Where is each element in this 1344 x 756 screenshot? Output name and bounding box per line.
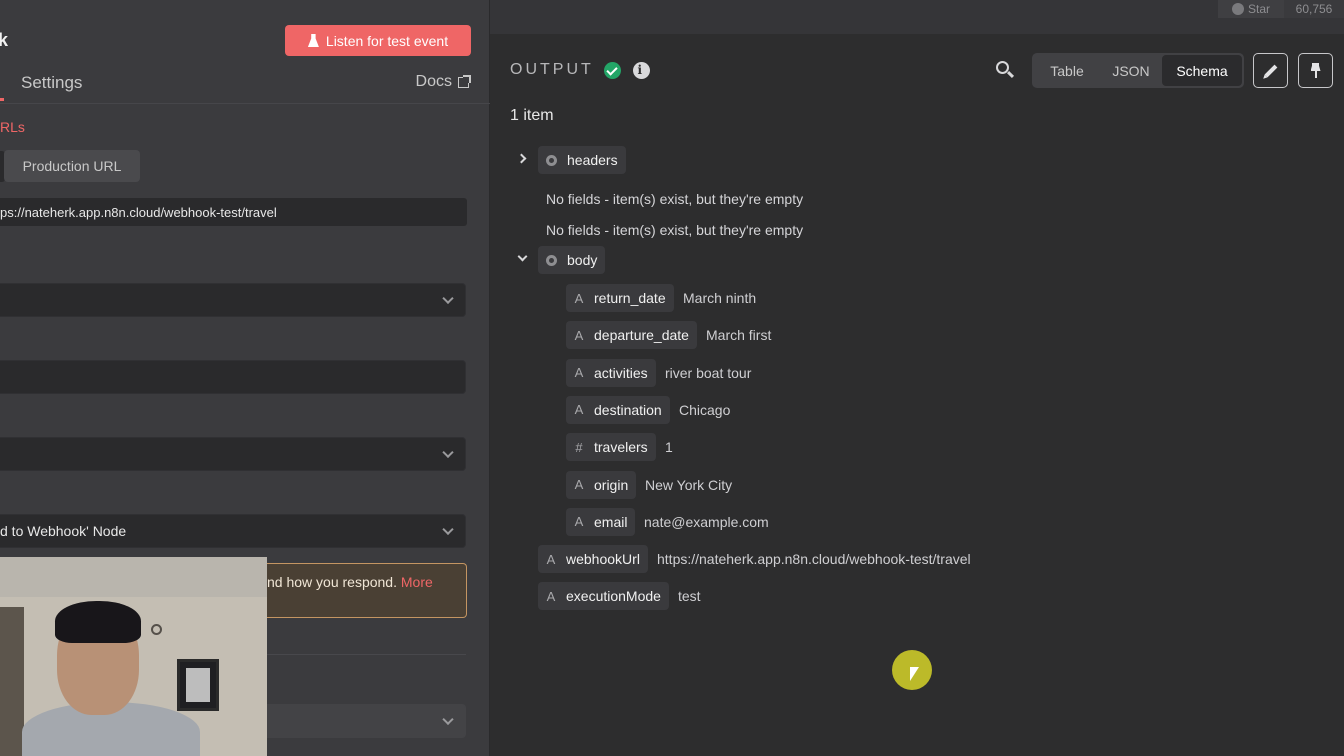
external-link-icon [458,74,471,88]
schema-field-value: test [678,588,701,604]
schema-key-label: headers [567,152,618,168]
options-select[interactable] [266,704,466,738]
string-type-icon: A [574,327,584,343]
view-schema-button[interactable]: Schema [1162,55,1242,86]
schema-field-key: origin [594,476,629,493]
number-type-icon: # [575,439,583,455]
view-json-button[interactable]: JSON [1100,55,1162,86]
schema-field-origin[interactable]: Aorigin [566,470,637,499]
webcam-person-hair [55,601,141,643]
top-bar [490,0,1344,34]
respond-notice: nd how you respond. More [266,563,467,618]
webhook-urls-toggle[interactable]: RLs [0,119,25,135]
schema-field-value: https://nateherk.app.n8n.cloud/webhook-t… [657,551,971,567]
github-icon [1231,3,1244,15]
schema-field-value: river boat tour [665,364,752,381]
schema-field-return_date[interactable]: Areturn_date [566,284,674,312]
pencil-icon [1264,64,1277,77]
node-title[interactable]: k [0,30,8,51]
schema-field-key: email [594,513,628,530]
string-type-icon: A [574,477,584,492]
empty-fields-note: No fields - item(s) exist, but they're e… [546,191,804,207]
webcam-wall-picture [177,659,219,711]
github-star-widget[interactable]: Star 60,756 [1218,0,1344,18]
schema-field-key: travelers [594,439,648,456]
object-icon [546,154,557,166]
mouse-cursor-icon [910,667,924,689]
schema-key-body[interactable]: body [538,246,606,274]
schema-field-activities[interactable]: Aactivities [566,358,656,387]
chevron-right-icon[interactable] [516,153,527,164]
schema-field-webhookUrl[interactable]: AwebhookUrl [538,545,648,573]
chevron-down-icon [442,713,454,726]
schema-field-value: March ninth [683,290,757,306]
string-type-icon: A [574,290,584,306]
webcam-overlay [0,557,267,756]
schema-field-value: March first [706,327,772,344]
notice-text: nd how you respond. [267,574,397,590]
schema-field-key: departure_date [594,327,689,344]
schema-field-key: executionMode [566,588,661,604]
tabs-divider [0,103,490,104]
info-icon[interactable]: i [632,61,650,79]
schema-field-value: nate@example.com [644,513,769,530]
string-type-icon: A [574,402,584,418]
schema-field-travelers[interactable]: # travelers [566,433,656,462]
chevron-down-icon[interactable] [517,251,528,262]
output-title: OUTPUT [510,61,594,78]
schema-field-key: return_date [594,290,666,306]
docs-label: Docs [415,73,452,90]
chevron-down-icon [442,523,454,536]
schema-field-email[interactable]: Aemail [566,507,636,536]
authentication-select[interactable] [0,437,466,471]
http-method-select[interactable] [0,283,466,317]
success-check-icon [603,61,621,79]
schema-field-destination[interactable]: Adestination [566,395,670,424]
string-type-icon: A [574,365,584,381]
schema-field-value: Chicago [679,401,731,418]
tab-settings[interactable]: Settings [21,73,82,93]
edit-output-button[interactable] [1253,53,1288,88]
schema-field-value: 1 [665,439,673,456]
tab-parameters-indicator[interactable] [0,98,4,101]
pin-data-button[interactable] [1298,53,1333,88]
chevron-down-icon [442,292,454,305]
chevron-down-icon [442,446,454,459]
schema-field-value: New York City [645,476,733,493]
star-label: Star [1247,2,1270,16]
item-count: 1 item [510,107,554,124]
webcam-door [0,607,24,756]
listen-for-test-event-button[interactable]: Listen for test event [285,25,471,56]
respond-select[interactable]: d to Webhook' Node [0,514,466,548]
notice-more-link[interactable]: More [401,574,433,590]
schema-field-executionMode[interactable]: AexecutionMode [538,582,669,610]
options-divider [266,654,466,655]
schema-field-departure_date[interactable]: Adeparture_date [566,321,697,350]
schema-field-key: activities [594,364,648,381]
schema-key-label: body [567,252,598,268]
star-count: 60,756 [1284,0,1344,18]
string-type-icon: A [546,588,556,604]
output-header: OUTPUT i [510,61,650,79]
search-icon[interactable] [996,61,1015,79]
pin-icon [1310,63,1322,78]
production-url-button[interactable]: Production URL [4,150,140,182]
schema-field-key: destination [594,401,662,418]
webcam-wall-hook [151,624,162,635]
view-table-button[interactable]: Table [1034,55,1100,86]
docs-link[interactable]: Docs [415,73,471,91]
webhook-url-field[interactable]: ps://nateherk.app.n8n.cloud/webhook-test… [0,198,467,226]
empty-fields-note: No fields - item(s) exist, but they're e… [546,222,804,238]
schema-key-headers[interactable]: headers [538,146,626,174]
object-icon [546,254,557,266]
output-view-toggle[interactable]: Table JSON Schema [1032,53,1244,88]
github-star-button[interactable]: Star [1218,0,1284,18]
string-type-icon: A [546,551,556,567]
flask-icon [307,34,319,47]
respond-select-value: d to Webhook' Node [0,523,127,539]
listen-button-label: Listen for test event [325,32,449,49]
path-input[interactable] [0,360,466,394]
schema-field-key: webhookUrl [566,551,640,567]
string-type-icon: A [574,514,584,530]
